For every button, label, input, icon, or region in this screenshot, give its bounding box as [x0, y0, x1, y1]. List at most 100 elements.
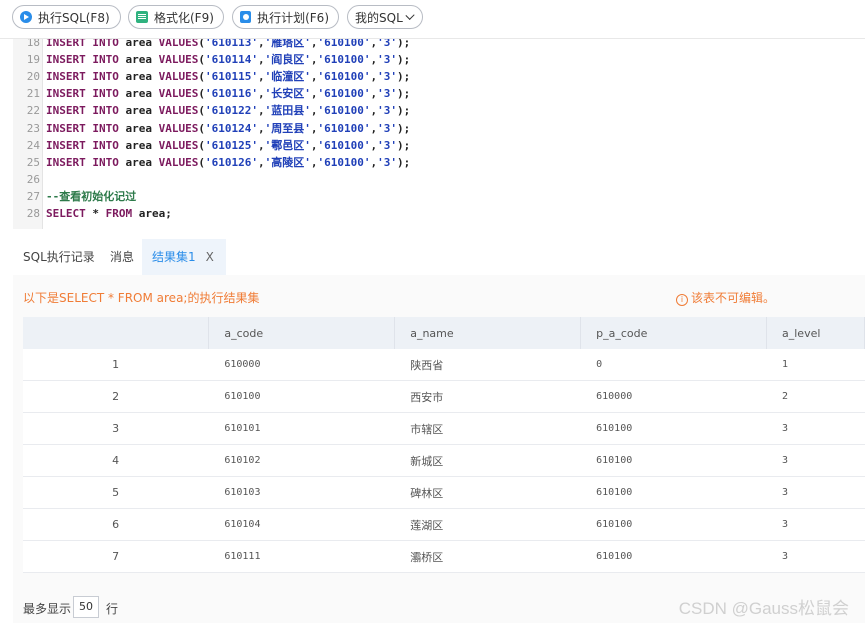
my-sql-label: 我的SQL — [355, 10, 403, 25]
table-cell[interactable]: 3 — [766, 444, 865, 477]
row-index-cell[interactable]: 7 — [23, 540, 209, 573]
table-row[interactable]: 5 610103 碑林区 610100 3 — [23, 476, 865, 509]
table-cell[interactable]: 610100 — [580, 508, 767, 541]
result-table-viewport[interactable]: a_code a_name p_a_code a_level 1 610000 陕西省 0 1… — [13, 275, 865, 588]
column-header-a-name[interactable]: a_name — [394, 317, 582, 349]
watermark: CSDN @Gauss松鼠会 — [678, 599, 849, 618]
table-cell[interactable]: 610100 — [580, 444, 767, 477]
code-text: --查看初始化记过 — [46, 189, 137, 203]
code-text: INSERT INTO area VALUES('610126','高陵区','… — [46, 155, 411, 169]
explain-plan-button[interactable]: 执行计划(F6) — [232, 5, 339, 29]
tab-sql-history[interactable]: SQL执行记录 — [23, 239, 95, 275]
table-cell[interactable]: 610102 — [208, 444, 395, 477]
line-number: 19 — [26, 53, 40, 67]
max-rows-label: 最多显示 — [23, 602, 72, 616]
my-sql-dropdown[interactable]: 我的SQL — [347, 5, 423, 29]
column-header-a-code[interactable]: a_code — [208, 317, 396, 349]
code-line: 25 INSERT INTO area VALUES('610126','高陵区'… — [13, 154, 410, 171]
table-row[interactable]: 3 610101 市辖区 610100 3 — [23, 412, 865, 445]
table-cell[interactable]: 3 — [766, 540, 865, 573]
rows-unit-label: 行 — [106, 602, 119, 616]
code-text: SELECT * FROM area; — [46, 207, 172, 220]
explain-plan-label: 执行计划(F6) — [257, 10, 329, 25]
close-icon[interactable]: X — [206, 250, 214, 264]
row-index-cell[interactable]: 3 — [23, 412, 209, 445]
format-button[interactable]: 格式化(F9) — [128, 5, 224, 29]
code-line: 24 INSERT INTO area VALUES('610125','鄠邑区'… — [13, 137, 410, 154]
table-cell[interactable]: 610100 — [580, 476, 767, 509]
max-rows-input[interactable]: 50 — [73, 596, 99, 618]
table-row[interactable]: 4 610102 新城区 610100 3 — [23, 444, 865, 477]
sql-editor[interactable]: 18 INSERT INTO area VALUES('610113','雁塔区'… — [0, 39, 865, 229]
code-line: 22 INSERT INTO area VALUES('610122','蓝田县'… — [13, 102, 410, 119]
line-number: 23 — [26, 121, 40, 135]
code-line: 21 INSERT INTO area VALUES('610116','长安区'… — [13, 85, 410, 102]
table-cell[interactable]: 610000 — [208, 349, 395, 381]
tab-messages[interactable]: 消息 — [110, 239, 134, 275]
line-number: 25 — [26, 155, 40, 169]
table-row[interactable]: 1 610000 陕西省 0 1 — [23, 349, 865, 381]
table-cell[interactable]: 610100 — [580, 412, 767, 445]
table-cell[interactable]: 610103 — [208, 476, 395, 509]
format-label: 格式化(F9) — [154, 10, 214, 25]
line-number: 27 — [26, 189, 40, 203]
table-cell[interactable]: 新城区 — [394, 444, 581, 477]
run-sql-label: 执行SQL(F8) — [38, 10, 110, 25]
line-number: 22 — [26, 104, 40, 118]
tab-result-set-1[interactable]: 结果集1 X — [142, 239, 226, 275]
table-cell[interactable]: 莲湖区 — [394, 508, 581, 541]
code-text: INSERT INTO area VALUES('610113','雁塔区','… — [46, 39, 411, 49]
table-cell[interactable]: 610111 — [208, 540, 395, 573]
table-cell[interactable]: 陕西省 — [394, 349, 581, 381]
table-cell[interactable]: 西安市 — [394, 380, 581, 413]
code-line: 19 INSERT INTO area VALUES('610114','阎良区'… — [13, 51, 410, 68]
row-index-header[interactable] — [23, 317, 210, 349]
line-number: 28 — [26, 207, 40, 220]
table-cell[interactable]: 610101 — [208, 412, 395, 445]
table-cell[interactable]: 碑林区 — [394, 476, 581, 509]
code-text: INSERT INTO area VALUES('610122','蓝田县','… — [46, 104, 411, 118]
row-index-cell[interactable]: 5 — [23, 476, 209, 509]
play-icon — [20, 11, 32, 23]
result-table: a_code a_name p_a_code a_level 1 610000 陕西省 0 1… — [23, 317, 865, 573]
table-cell[interactable]: 市辖区 — [394, 412, 581, 445]
code-line: 26 — [13, 171, 46, 188]
table-cell[interactable]: 610100 — [208, 380, 395, 413]
code-line: 20 INSERT INTO area VALUES('610115','临潼区'… — [13, 68, 410, 85]
table-cell[interactable]: 2 — [766, 380, 865, 413]
column-header-a-level[interactable]: a_level — [766, 317, 865, 349]
table-cell[interactable]: 灞桥区 — [394, 540, 581, 573]
table-cell[interactable]: 0 — [580, 349, 767, 381]
format-icon — [136, 11, 148, 23]
line-number: 24 — [26, 138, 40, 152]
table-cell[interactable]: 610104 — [208, 508, 395, 541]
table-cell[interactable]: 610000 — [580, 380, 767, 413]
column-header-p-a-code[interactable]: p_a_code — [580, 317, 767, 349]
table-header-row: a_code a_name p_a_code a_level — [23, 317, 865, 349]
table-cell[interactable]: 610100 — [580, 540, 767, 573]
run-sql-button[interactable]: 执行SQL(F8) — [12, 5, 121, 29]
row-index-cell[interactable]: 6 — [23, 508, 209, 541]
table-cell[interactable]: 1 — [766, 349, 865, 381]
line-number: 26 — [26, 172, 40, 186]
row-index-cell[interactable]: 2 — [23, 380, 209, 413]
table-row[interactable]: 7 610111 灞桥区 610100 3 — [23, 540, 865, 573]
code-text: INSERT INTO area VALUES('610124','周至县','… — [46, 121, 411, 135]
table-cell[interactable]: 3 — [766, 476, 865, 509]
code-line: 28 SELECT * FROM area; — [13, 205, 172, 222]
line-number: 20 — [26, 70, 40, 84]
table-row[interactable]: 2 610100 西安市 610000 2 — [23, 380, 865, 413]
code-line: 27 --查看初始化记过 — [13, 188, 137, 205]
code-text: INSERT INTO area VALUES('610125','鄠邑区','… — [46, 138, 411, 152]
row-index-cell[interactable]: 1 — [23, 349, 209, 381]
code-text: INSERT INTO area VALUES('610115','临潼区','… — [46, 70, 411, 84]
row-index-cell[interactable]: 4 — [23, 444, 209, 477]
result-tabs: SQL执行记录 消息 结果集1 X — [13, 239, 865, 275]
line-number: 18 — [26, 39, 40, 49]
table-row[interactable]: 6 610104 莲湖区 610100 3 — [23, 508, 865, 541]
tab-result-set-1-label: 结果集1 — [152, 250, 196, 264]
plan-icon — [240, 11, 252, 23]
chevron-down-icon — [405, 10, 415, 20]
table-cell[interactable]: 3 — [766, 508, 865, 541]
table-cell[interactable]: 3 — [766, 412, 865, 445]
